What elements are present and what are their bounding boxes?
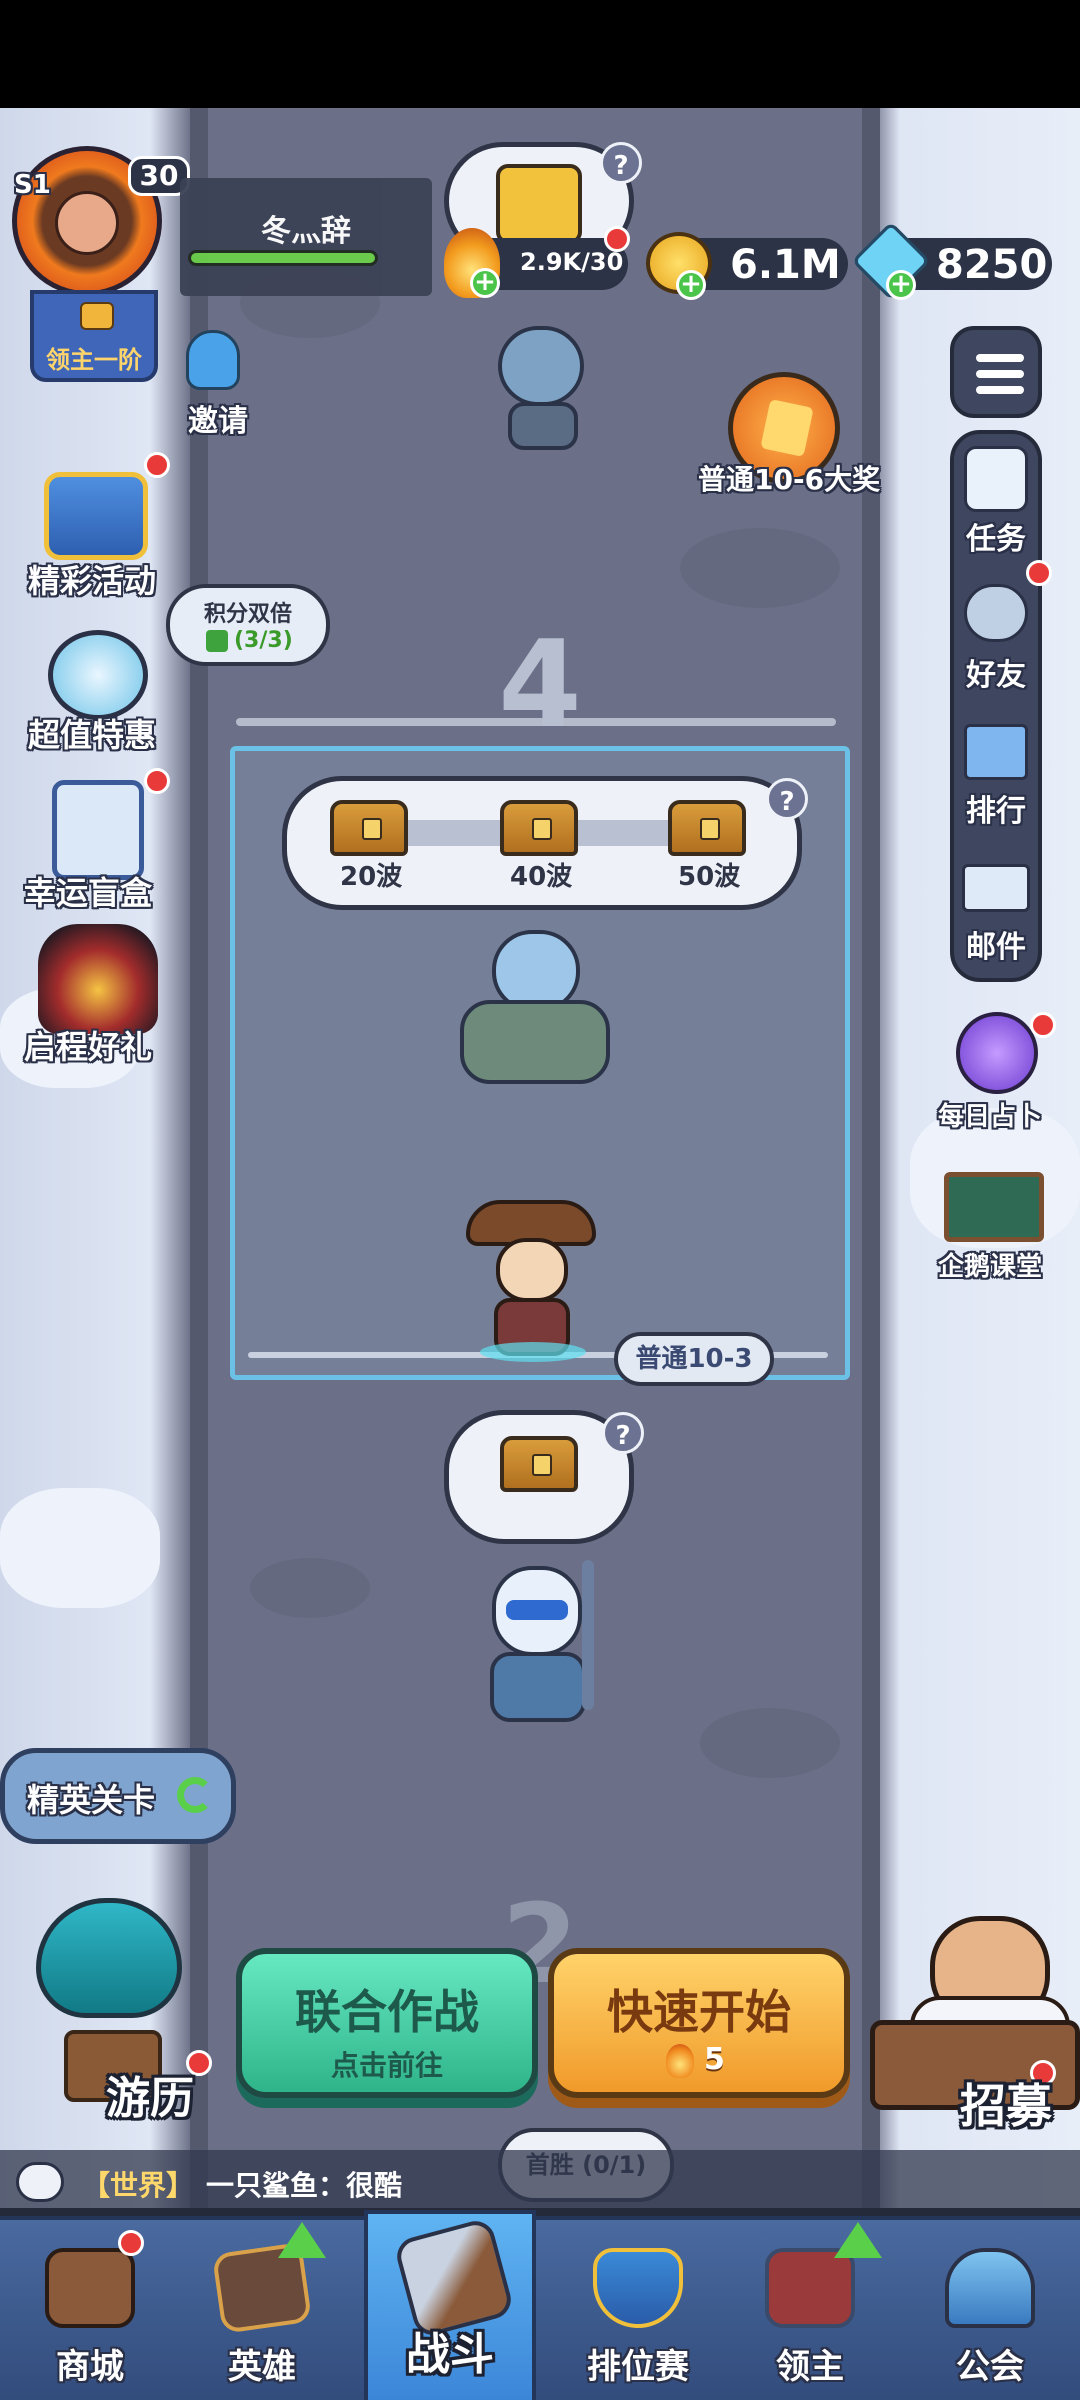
nav-guild[interactable]: 公会 [900,2218,1080,2400]
chapter-number-4: 4 [498,616,582,755]
hamburger-icon [976,354,1024,362]
elite-stage-button[interactable]: 精英关卡 [0,1748,236,1844]
chest-help-icon[interactable]: ? [602,1412,644,1454]
shop-notification-dot [118,2230,144,2256]
stamina-value: 2.9K/30 [520,248,624,276]
blackboard-icon [944,1172,1044,1242]
wave-help-icon[interactable]: ? [766,778,808,820]
nav-heroes-label: 英雄 [228,2347,296,2387]
quick-start-cost: 5 [704,2042,725,2077]
recruit-button[interactable]: 招募 [960,2070,1052,2136]
nav-lord-label: 领主 [776,2347,844,2387]
notification-dot [604,226,630,252]
journey-gift-button[interactable]: 启程好礼 [24,1022,152,1068]
gold-value: 6.1M [730,242,841,288]
dragon-icon [38,924,158,1034]
shop-stall-icon [45,2248,135,2328]
player-exp-bar [188,250,378,266]
lucky-box-button[interactable]: 幸运盲盒 [24,868,152,914]
chat-bubble-icon [16,2162,64,2202]
crown-icon [80,302,114,330]
joint-battle-subtitle: 点击前往 [330,2049,443,2082]
avatar-face [55,191,119,255]
gems-value: 8250 [936,242,1048,288]
wave-chest-20[interactable] [330,800,408,856]
joint-battle-title: 联合作战 [295,1985,479,2039]
season-badge: S1 [14,170,51,200]
events-notification-dot [144,452,170,478]
tasks-button[interactable]: 任务 [966,514,1026,558]
menu-toggle-button[interactable] [950,326,1042,418]
banner-icon [765,2248,855,2328]
add-stamina-icon[interactable]: + [470,268,500,298]
refresh-icon [177,1777,213,1813]
nav-ranked[interactable]: 排位赛 [548,2218,728,2400]
rank-title: 领主一阶 [46,346,142,374]
divination-notification-dot [1030,1012,1056,1038]
help-icon[interactable]: ? [600,142,642,184]
current-stage-tag[interactable]: 普通10-3 [614,1332,774,1386]
elite-stage-label: 精英关卡 [27,1781,156,1819]
penguin-class-button[interactable]: 企鹅课堂 [938,1246,1042,1283]
add-gems-icon[interactable]: + [886,270,916,300]
nav-battle-label: 战斗 [406,2329,494,2380]
wave-label-20: 20波 [340,862,403,892]
status-bar [0,0,1080,108]
ranking-button[interactable]: 排行 [966,786,1026,830]
clover-card-icon [52,780,144,880]
rank-banner[interactable]: 领主一阶 [30,290,158,382]
mail-icon [962,864,1030,912]
crystal-icon [760,398,814,458]
hero-cowboy[interactable] [466,1194,606,1364]
big-reward-label: 普通10-6大奖 [698,463,881,496]
nav-shop[interactable]: 商城 [0,2218,180,2400]
events-button[interactable]: 精彩活动 [28,556,156,602]
crystal-ball-icon [956,1012,1038,1094]
chat-bar[interactable]: 【世界】 一只鲨鱼：很酷 [0,2150,1080,2216]
wave-label-50: 50波 [678,862,741,892]
nav-ranked-label: 排位赛 [587,2347,689,2387]
guild-castle-icon [945,2248,1035,2328]
wave-label-40: 40波 [510,862,573,892]
player-name-plate[interactable]: 冬灬辞 [180,178,432,296]
nav-lord[interactable]: 领主 [720,2218,900,2400]
flame-icon [666,2044,694,2078]
nav-shop-label: 商城 [56,2347,124,2387]
invite-button[interactable]: 邀请 [188,396,248,440]
add-gold-icon[interactable]: + [676,270,706,300]
key-icon [496,164,582,244]
nav-heroes[interactable]: 英雄 [172,2218,352,2400]
nav-guild-label: 公会 [956,2347,1024,2387]
quick-start-title: 快速开始 [607,1985,791,2039]
chat-message: 一只鲨鱼：很酷 [206,2169,403,2202]
ranked-shield-icon [593,2248,683,2328]
next-stage-chest[interactable] [500,1436,578,1492]
quick-start-button[interactable]: 快速开始 5 [548,1948,850,2098]
daily-divination-button[interactable]: 每日占卜 [938,1096,1042,1133]
treasure-chest-icon [44,472,148,560]
penguin-icon [186,330,240,390]
travel-button[interactable]: 游历 [106,2062,194,2126]
enemy-ice-mage[interactable] [478,1556,618,1726]
wave-chest-40[interactable] [500,800,578,856]
upgrade-arrow-icon [278,2222,326,2258]
friends-notification-dot [1026,560,1052,586]
task-icon [964,446,1028,512]
lucky-box-notification-dot [144,768,170,794]
player-name: 冬灬辞 [261,214,351,249]
chat-channel: 【世界】 [82,2169,195,2202]
nav-battle[interactable]: 战斗 [364,2210,536,2400]
joint-battle-button[interactable]: 联合作战 点击前往 [236,1948,538,2098]
enemy-orc-top[interactable] [486,326,606,456]
mail-button[interactable]: 邮件 [966,922,1026,966]
enemy-boss-orc[interactable] [446,930,626,1090]
lord-upgrade-arrow-icon [834,2222,882,2258]
wave-chest-50[interactable] [668,800,746,856]
